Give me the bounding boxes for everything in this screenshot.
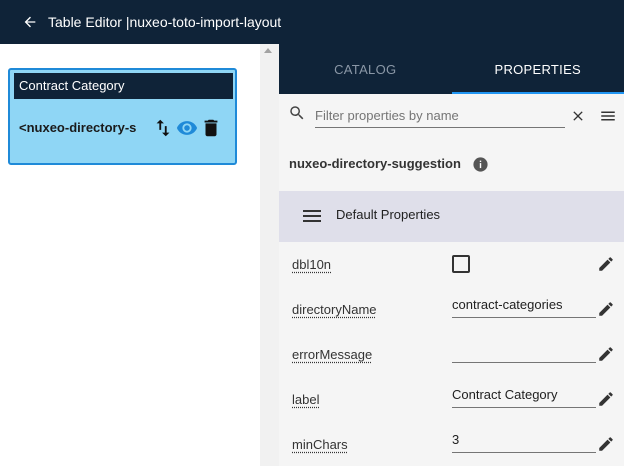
- property-value-input[interactable]: [452, 292, 596, 318]
- filter-properties-input[interactable]: [315, 104, 565, 128]
- property-row-errorMessage: errorMessage: [279, 333, 624, 378]
- property-label: minChars: [292, 437, 348, 452]
- pencil-icon[interactable]: [597, 390, 615, 413]
- element-name-heading: nuxeo-directory-suggestion: [289, 156, 461, 171]
- eye-icon[interactable]: [176, 116, 198, 140]
- tab-catalog[interactable]: CATALOG: [279, 44, 452, 94]
- property-label: label: [292, 392, 320, 407]
- property-label: errorMessage: [292, 347, 373, 362]
- default-properties-section[interactable]: Default Properties: [279, 191, 624, 242]
- back-arrow-icon[interactable]: [20, 12, 40, 32]
- pencil-icon[interactable]: [597, 435, 615, 458]
- scroll-up-arrow-icon[interactable]: [264, 48, 272, 53]
- left-scrollbar[interactable]: [260, 44, 279, 466]
- card-header: Contract Category: [14, 73, 233, 99]
- property-row-directoryName: directoryName: [279, 288, 624, 333]
- property-value-input[interactable]: [452, 427, 596, 453]
- property-row-dbl10n: dbl10n: [279, 243, 624, 288]
- card-element-name: <nuxeo-directory-s: [19, 120, 137, 135]
- property-row-label: label: [279, 378, 624, 423]
- menu-icon[interactable]: [599, 107, 617, 130]
- property-value-input[interactable]: [452, 382, 596, 408]
- card-actions: [152, 116, 222, 140]
- property-checkbox[interactable]: [452, 255, 470, 273]
- drag-handle-icon: [303, 209, 321, 228]
- properties-panel: CATALOG PROPERTIES nuxeo-directory-sugge…: [279, 44, 624, 466]
- property-row-minChars: minChars: [279, 423, 624, 466]
- element-card[interactable]: Contract Category <nuxeo-directory-s: [8, 68, 237, 165]
- section-title: Default Properties: [336, 207, 441, 222]
- property-value-input[interactable]: [452, 337, 596, 363]
- window-title: Table Editor |nuxeo-toto-import-layout: [48, 14, 282, 30]
- pencil-icon[interactable]: [597, 345, 615, 368]
- close-icon[interactable]: [570, 108, 586, 129]
- search-icon: [288, 104, 306, 127]
- tab-bar: CATALOG PROPERTIES: [279, 44, 624, 94]
- filter-row: [279, 94, 624, 134]
- pencil-icon[interactable]: [597, 255, 615, 278]
- property-label: dbl10n: [292, 257, 332, 272]
- info-icon[interactable]: [472, 156, 489, 178]
- tab-properties[interactable]: PROPERTIES: [451, 44, 624, 94]
- property-label: directoryName: [292, 302, 377, 317]
- delete-icon[interactable]: [200, 116, 222, 140]
- top-bar: Table Editor |nuxeo-toto-import-layout: [0, 0, 624, 44]
- pencil-icon[interactable]: [597, 300, 615, 323]
- swap-vertical-icon[interactable]: [152, 116, 174, 140]
